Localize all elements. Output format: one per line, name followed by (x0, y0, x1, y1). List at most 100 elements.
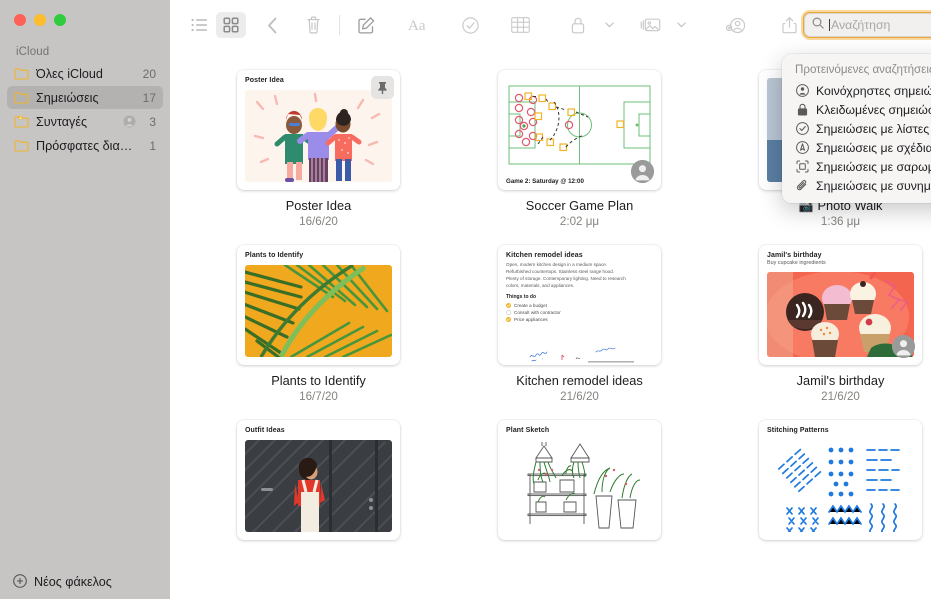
note-date: 21/6/20 (560, 390, 599, 403)
note-thumbnail[interactable]: Poster Idea (237, 70, 400, 190)
suggestion-shared-notes[interactable]: Κοινόχρηστες σημειώσεις (782, 81, 931, 100)
person-circle-icon (795, 84, 809, 98)
suggestion-drawing-notes[interactable]: Σημειώσεις με σχέδια (782, 138, 931, 157)
thumb-title: Plants to Identify (237, 245, 400, 259)
view-mode-segmented-control[interactable] (184, 12, 246, 38)
checklist-heading: Things to do (506, 294, 653, 300)
body-line: colors, materials, and appliances. (506, 282, 653, 289)
checklist: Create a budget Consult with contractor … (506, 303, 653, 322)
main-area: Aa (170, 0, 931, 599)
note-card-plants-to-identify[interactable]: Plants to Identify (188, 245, 449, 403)
plus-circle-icon (13, 574, 27, 591)
palm-photo-image (245, 265, 392, 357)
note-card-soccer-game-plan[interactable]: Game 2: Saturday @ 12:00 Soccer Game Pla… (449, 70, 710, 228)
checklist-item[interactable]: Create a budget (506, 303, 653, 308)
compose-icon[interactable] (351, 12, 381, 38)
note-card-plant-sketch[interactable]: Plant Sketch (449, 420, 710, 540)
sidebar-item-recently-deleted[interactable]: Πρόσφατες διαγρ… 1 (7, 134, 163, 157)
note-date: 16/7/20 (299, 390, 338, 403)
thumb-title: Plant Sketch (498, 420, 661, 434)
chevron-down-icon[interactable] (594, 12, 624, 38)
note-card-stitching-patterns[interactable]: Stitching Patterns (710, 420, 931, 540)
suggestion-label: Σημειώσεις με σαρωμένα έγγραφα (816, 160, 931, 174)
checked-icon (506, 317, 511, 322)
chevron-down-icon[interactable] (666, 12, 696, 38)
note-thumbnail[interactable]: Jamil's birthday Buy cupcake ingredients (759, 245, 922, 365)
checklist-item[interactable]: Price appliances (506, 317, 653, 322)
svg-text:ʸ: ʸ (541, 357, 544, 361)
notes-row: Outfit Ideas (170, 420, 931, 540)
note-thumbnail[interactable]: Plant Sketch (498, 420, 661, 540)
maximize-window-button[interactable] (54, 14, 66, 26)
note-card-kitchen-remodel-ideas[interactable]: Kitchen remodel ideas Open, modern kitch… (449, 245, 710, 403)
grid-view-icon[interactable] (216, 12, 246, 38)
folder-icon (14, 91, 29, 104)
search-placeholder: Αναζήτηση (831, 18, 890, 32)
note-card-poster-idea[interactable]: Poster Idea (188, 70, 449, 228)
suggestion-checklist-notes[interactable]: Σημειώσεις με λίστες ελέγχου (782, 119, 931, 138)
note-card-jamils-birthday[interactable]: Jamil's birthday Buy cupcake ingredients (710, 245, 931, 403)
suggestion-label: Κοινόχρηστες σημειώσεις (816, 84, 931, 98)
back-chevron-icon[interactable] (257, 12, 287, 38)
close-window-button[interactable] (14, 14, 26, 26)
search-icon (812, 16, 824, 34)
toolbar: Aa (170, 0, 931, 50)
note-title: Plants to Identify (271, 373, 366, 388)
traffic-lights (0, 0, 170, 38)
suggestion-attachments-notes[interactable]: Σημειώσεις με συνημμένα (782, 176, 931, 195)
note-thumbnail[interactable]: Plants to Identify (237, 245, 400, 365)
lock-filled-icon (795, 103, 809, 117)
checklist-label: Price appliances (514, 317, 548, 322)
note-thumbnail[interactable]: Outfit Ideas (237, 420, 400, 540)
sidebar-folder-list: Όλες iCloud 20 Σημειώσεις 17 (0, 62, 170, 158)
note-title: Jamil's birthday (797, 373, 885, 388)
sidebar-item-notes[interactable]: Σημειώσεις 17 (7, 86, 163, 109)
checklist-icon[interactable] (455, 12, 485, 38)
note-thumbnail[interactable]: Kitchen remodel ideas Open, modern kitch… (498, 245, 661, 365)
thumb-body: Open, modern kitchen design in a medium … (498, 259, 661, 322)
note-title: Kitchen remodel ideas (516, 373, 643, 388)
note-thumbnail[interactable]: Game 2: Saturday @ 12:00 (498, 70, 661, 190)
media-icon[interactable] (635, 12, 665, 38)
thumb-subtitle: Game 2: Saturday @ 12:00 (506, 178, 584, 185)
outfit-photo-image (245, 440, 392, 532)
note-thumbnail[interactable]: Stitching Patterns (759, 420, 922, 540)
paperclip-icon (795, 179, 809, 193)
suggested-searches-dropdown: Προτεινόμενες αναζητήσεις Κοινόχρηστες σ… (782, 54, 931, 203)
shared-folder-icon (14, 115, 29, 128)
suggestion-locked-notes[interactable]: Κλειδωμένες σημειώσεις (782, 100, 931, 119)
note-date: 21/6/20 (821, 390, 860, 403)
share-icon[interactable] (774, 12, 804, 38)
sidebar-item-label: Σημειώσεις (36, 91, 132, 105)
thumb-title: Stitching Patterns (759, 420, 922, 434)
sidebar-item-recipes[interactable]: Συνταγές 3 (7, 110, 163, 133)
search-input[interactable]: Αναζήτηση (804, 13, 931, 37)
sidebar-item-count: 17 (143, 91, 156, 105)
minimize-window-button[interactable] (34, 14, 46, 26)
lock-icon[interactable] (563, 12, 593, 38)
trash-icon[interactable] (298, 12, 328, 38)
table-icon[interactable] (505, 12, 535, 38)
checklist-item[interactable]: Consult with contractor (506, 310, 653, 315)
folder-icon (14, 67, 29, 80)
plant-sketch-drawing (506, 440, 653, 532)
note-date: 16/6/20 (299, 215, 338, 228)
note-card-outfit-ideas[interactable]: Outfit Ideas (188, 420, 449, 540)
sidebar-item-label: Πρόσφατες διαγρ… (36, 139, 138, 153)
new-folder-button[interactable]: Νέος φάκελος (0, 565, 170, 599)
pin-icon[interactable] (371, 76, 394, 99)
sidebar-item-all-icloud[interactable]: Όλες iCloud 20 (7, 62, 163, 85)
format-text-icon[interactable]: Aa (405, 12, 435, 38)
thumb-subtitle: Buy cupcake ingredients (759, 259, 922, 266)
illustration-people-image (245, 90, 392, 182)
body-line: Refurbished countertops. Stainless steel… (506, 268, 653, 275)
suggestion-scanned-documents-notes[interactable]: Σημειώσεις με σαρωμένα έγγραφα (782, 157, 931, 176)
body-line: Plenty of storage. Contemporary lighting… (506, 275, 653, 282)
handwriting-sketch: ʸ (498, 343, 661, 365)
collaborate-icon[interactable] (720, 12, 750, 38)
sidebar: iCloud Όλες iCloud 20 Σημειώσεις 17 (0, 0, 170, 599)
list-view-icon[interactable] (184, 12, 214, 38)
text-caret (829, 19, 830, 31)
thumb-title: Jamil's birthday (759, 245, 922, 259)
notes-row: Plants to Identify (170, 245, 931, 403)
